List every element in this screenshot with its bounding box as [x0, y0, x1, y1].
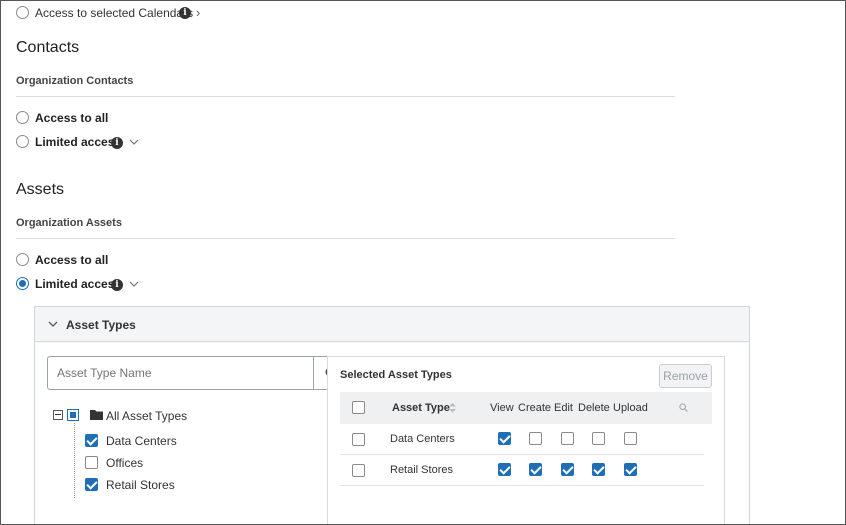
tree-item-label: Retail Stores: [106, 478, 175, 492]
tree-item-label: Offices: [106, 456, 144, 470]
contacts-limited-label: Limited access: [35, 135, 122, 149]
perm-edit-checkbox[interactable]: [561, 432, 574, 445]
perm-upload-checkbox[interactable]: [624, 463, 637, 476]
asset-types-panel: Asset Types All Asset Types Data Centers…: [34, 306, 750, 524]
search-icon[interactable]: [679, 403, 688, 412]
row-asset-type: Data Centers: [390, 433, 455, 445]
tree-item-checkbox[interactable]: [85, 434, 98, 447]
asset-type-search-input[interactable]: [47, 356, 314, 390]
row-select-checkbox[interactable]: [352, 464, 365, 477]
select-all-checkbox[interactable]: [352, 401, 365, 414]
selected-asset-types-box: Selected Asset Types Remove Asset Type V…: [327, 356, 725, 524]
calendars-selected-label: Access to selected Calendars: [35, 6, 194, 20]
tree-item-label: Data Centers: [106, 434, 177, 448]
remove-button[interactable]: Remove: [659, 364, 712, 388]
contacts-limited-radio[interactable]: [16, 135, 29, 148]
assets-subheading: Organization Assets: [16, 217, 122, 229]
chevron-down-icon[interactable]: [129, 281, 139, 288]
tree-item-checkbox[interactable]: [85, 478, 98, 491]
column-header-edit: Edit: [554, 402, 573, 414]
perm-delete-checkbox[interactable]: [592, 432, 605, 445]
asset-types-panel-body: All Asset Types Data Centers Offices Ret…: [35, 343, 749, 524]
chevron-right-icon[interactable]: ›: [196, 5, 200, 20]
selected-table-header: Asset Type View Create Edit Delete Uploa…: [340, 392, 712, 424]
table-row: Retail Stores: [340, 455, 704, 486]
perm-delete-checkbox[interactable]: [592, 463, 605, 476]
tree-collapse-toggle[interactable]: [53, 410, 63, 420]
perm-create-checkbox[interactable]: [529, 432, 542, 445]
column-header-create: Create: [518, 402, 552, 414]
contacts-subheading: Organization Contacts: [16, 75, 134, 87]
perm-upload-checkbox[interactable]: [624, 432, 637, 445]
assets-access-all-label: Access to all: [35, 253, 109, 267]
contacts-access-all-radio[interactable]: [16, 111, 29, 124]
row-asset-type: Retail Stores: [390, 464, 453, 476]
asset-types-panel-title: Asset Types: [66, 318, 136, 332]
chevron-down-icon[interactable]: [129, 139, 139, 146]
tree-guide: [74, 423, 75, 498]
all-asset-types-checkbox[interactable]: [67, 409, 79, 421]
calendars-selected-radio[interactable]: [16, 6, 29, 19]
perm-edit-checkbox[interactable]: [561, 463, 574, 476]
sort-icon[interactable]: [449, 403, 456, 413]
column-header-upload: Upload: [613, 402, 648, 414]
table-row: Data Centers: [340, 424, 704, 455]
tree-item-checkbox[interactable]: [85, 456, 98, 469]
selected-asset-types-title: Selected Asset Types: [340, 369, 452, 381]
folder-icon: [90, 410, 103, 420]
tree-root-label: All Asset Types: [106, 409, 188, 423]
contacts-heading: Contacts: [16, 39, 80, 56]
info-icon[interactable]: i: [111, 279, 123, 291]
assets-heading: Assets: [16, 181, 65, 198]
info-icon[interactable]: i: [179, 7, 191, 19]
column-header-asset-type[interactable]: Asset Type: [392, 402, 450, 414]
perm-create-checkbox[interactable]: [529, 463, 542, 476]
perm-view-checkbox[interactable]: [498, 432, 511, 445]
assets-limited-radio[interactable]: [16, 277, 29, 290]
assets-limited-label: Limited access: [35, 277, 122, 291]
divider: [16, 96, 675, 97]
assets-access-all-radio[interactable]: [16, 253, 29, 266]
column-header-delete: Delete: [578, 402, 610, 414]
permissions-page: Access to selected Calendars i › Contact…: [0, 0, 846, 525]
perm-view-checkbox[interactable]: [498, 463, 511, 476]
contacts-access-all-label: Access to all: [35, 111, 109, 125]
row-select-checkbox[interactable]: [352, 433, 365, 446]
divider: [16, 238, 675, 239]
column-header-view: View: [490, 402, 514, 414]
info-icon[interactable]: i: [111, 137, 123, 149]
chevron-down-icon[interactable]: [48, 321, 58, 328]
asset-types-panel-header[interactable]: Asset Types: [35, 307, 749, 342]
